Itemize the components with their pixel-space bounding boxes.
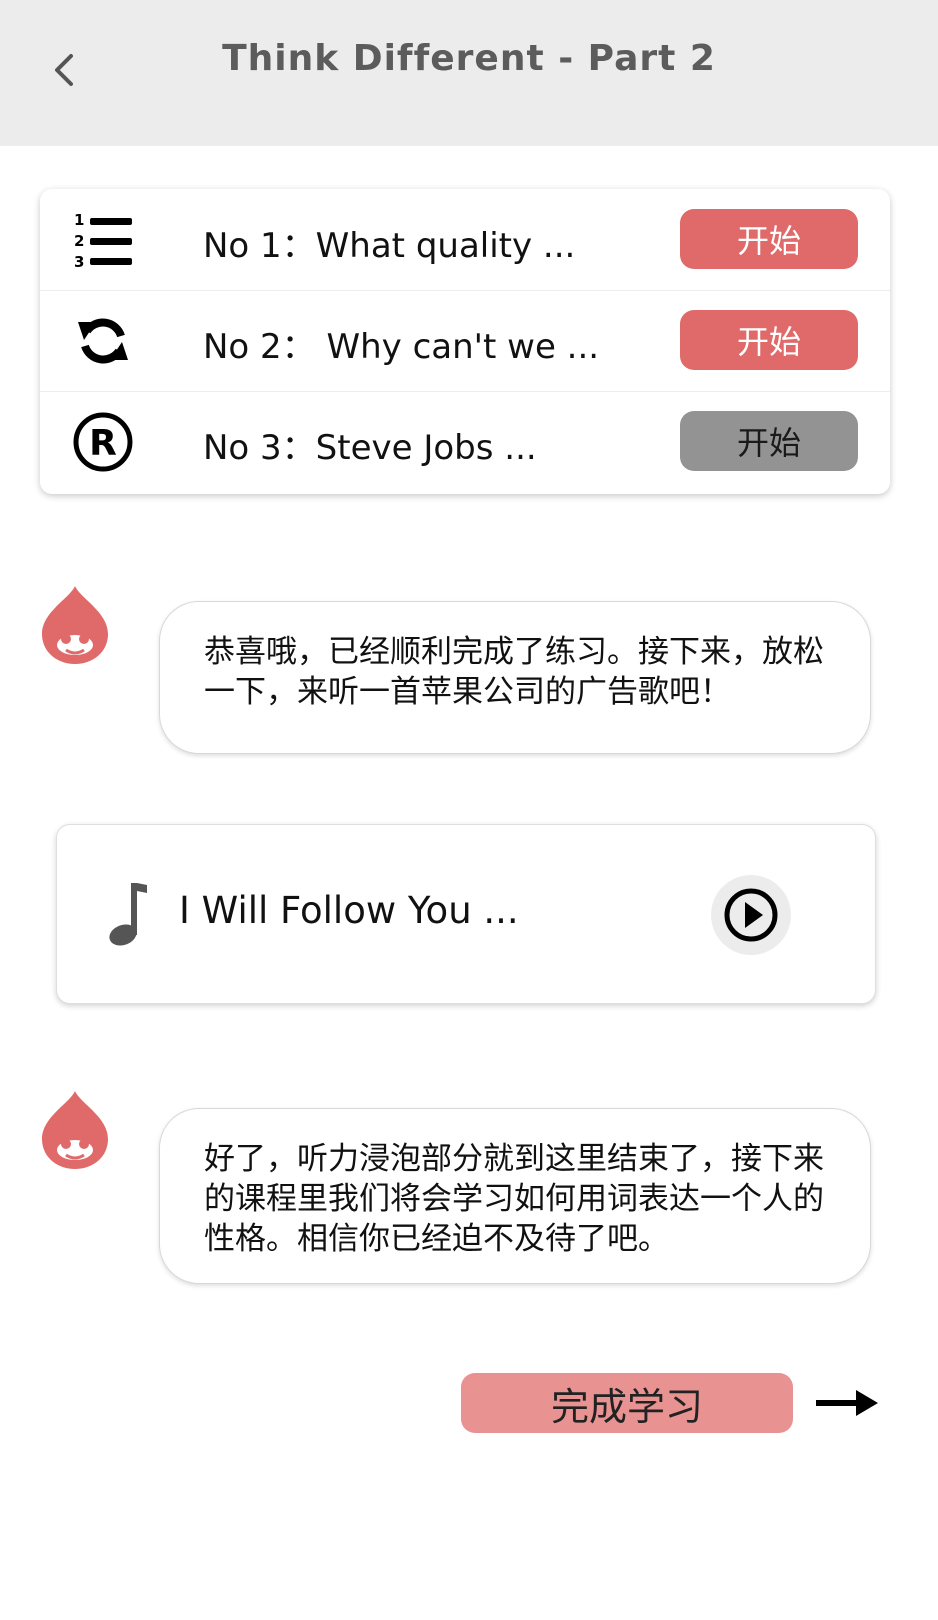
svg-text:2: 2: [74, 232, 84, 250]
drupal-drop-icon: [38, 1087, 112, 1171]
arrow-right-icon[interactable]: [816, 1388, 878, 1418]
numbered-list-icon: 1 2 3: [72, 209, 134, 271]
music-card[interactable]: I Will Follow You ...: [56, 824, 876, 1004]
svg-text:R: R: [89, 423, 117, 464]
exercise-label: No 1：What quality ...: [203, 226, 576, 266]
start-button[interactable]: 开始: [680, 310, 858, 370]
registered-icon: R: [72, 411, 134, 473]
exercise-item-3[interactable]: R No 3：Steve Jobs ... 开始: [40, 391, 890, 492]
play-circle-icon[interactable]: [723, 887, 779, 943]
header-bar: Think Different - Part 2: [0, 0, 938, 146]
chat-bubble: 恭喜哦，已经顺利完成了练习。接下来，放松一下，来听一首苹果公司的广告歌吧！: [159, 601, 871, 754]
exercise-label: No 2： Why can't we ...: [203, 327, 600, 367]
start-button[interactable]: 开始: [680, 411, 858, 471]
exercise-list: 1 2 3 No 1：What quality ... 开始 No 2： Why…: [40, 189, 890, 494]
exercise-item-2[interactable]: No 2： Why can't we ... 开始: [40, 290, 890, 392]
music-note-icon: [109, 883, 147, 946]
play-button[interactable]: [711, 875, 791, 955]
drupal-drop-icon: [38, 582, 112, 666]
svg-text:3: 3: [74, 253, 84, 271]
song-title: I Will Follow You ...: [179, 889, 519, 932]
complete-study-button[interactable]: 完成学习: [461, 1373, 793, 1433]
chat-bubble: 好了，听力浸泡部分就到这里结束了，接下来的课程里我们将会学习如何用词表达一个人的…: [159, 1108, 871, 1284]
svg-text:1: 1: [74, 211, 84, 229]
exercise-label: No 3：Steve Jobs ...: [203, 428, 537, 468]
sync-icon: [72, 310, 134, 372]
exercise-item-1[interactable]: 1 2 3 No 1：What quality ... 开始: [40, 189, 890, 291]
start-button[interactable]: 开始: [680, 209, 858, 269]
page-title: Think Different - Part 2: [222, 38, 716, 79]
